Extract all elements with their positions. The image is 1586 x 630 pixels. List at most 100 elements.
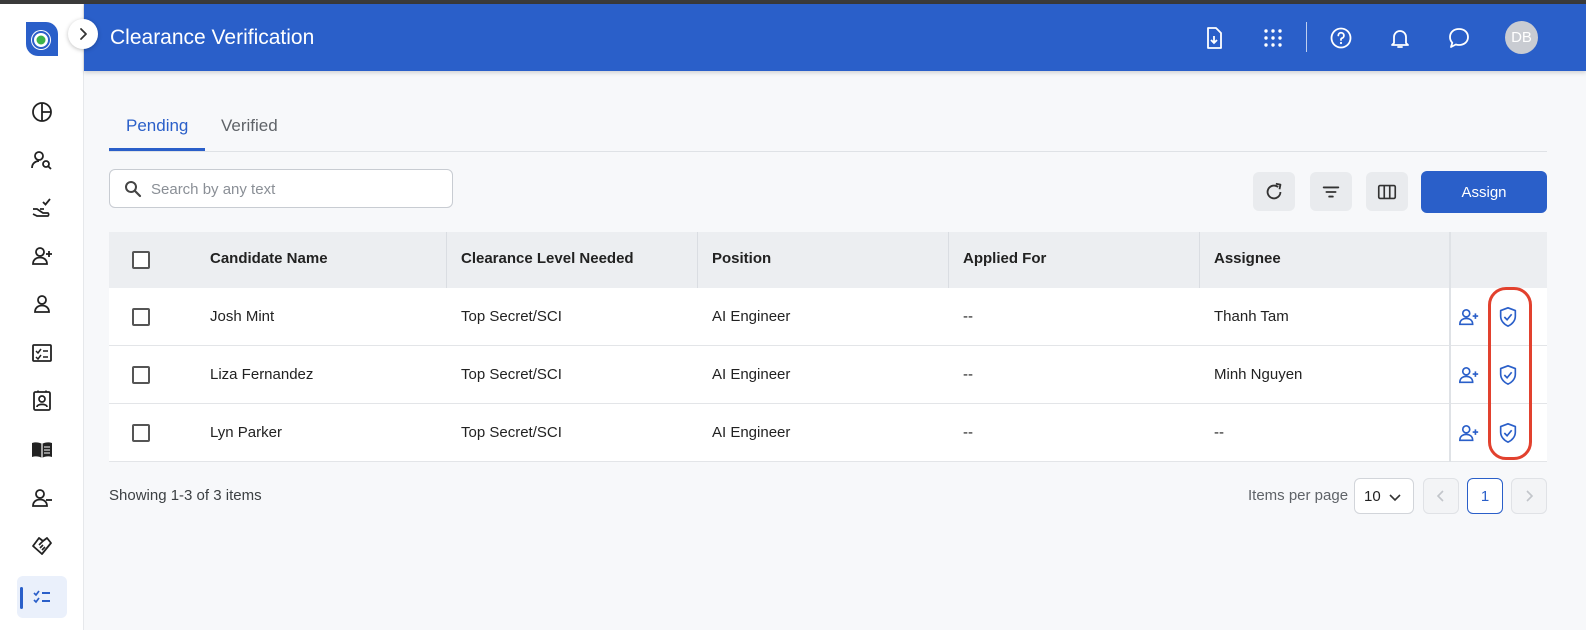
sidebar-item-checklist[interactable] xyxy=(26,337,58,369)
row-checkbox[interactable] xyxy=(132,424,150,442)
help-icon xyxy=(1330,27,1352,49)
columns-button[interactable] xyxy=(1366,172,1408,211)
pagination-summary: Showing 1-3 of 3 items xyxy=(109,487,262,504)
sidebar-item-candidate-search[interactable] xyxy=(26,144,58,176)
shield-check-icon xyxy=(1499,365,1517,385)
shield-check-icon xyxy=(1499,307,1517,327)
assignee-cell: -- xyxy=(1214,424,1224,441)
next-page-button[interactable] xyxy=(1511,478,1547,514)
sidebar-item-profile[interactable] xyxy=(26,288,58,320)
app-logo[interactable] xyxy=(24,20,58,58)
file-download-icon xyxy=(1207,27,1222,49)
column-header-candidate-name[interactable]: Candidate Name xyxy=(210,250,328,267)
candidate-name-cell: Lyn Parker xyxy=(210,424,282,441)
items-per-page-select[interactable]: 10 xyxy=(1354,478,1414,514)
contact-badge-icon xyxy=(33,390,51,411)
assign-button[interactable]: Assign xyxy=(1421,171,1547,213)
chevron-right-icon xyxy=(80,28,87,40)
row-checkbox[interactable] xyxy=(132,366,150,384)
chevron-left-icon xyxy=(1436,490,1444,502)
clearance-cell: Top Secret/SCI xyxy=(461,366,562,383)
tab-bar: Pending Verified xyxy=(109,110,1547,152)
tab-verified[interactable]: Verified xyxy=(221,116,278,136)
assign-user-button[interactable] xyxy=(1456,304,1482,330)
applied-for-cell: -- xyxy=(963,424,973,441)
sidebar-item-agreements[interactable] xyxy=(26,530,58,562)
items-per-page-label: Items per page xyxy=(1248,487,1349,504)
person-add-icon xyxy=(1459,425,1479,442)
handshake-icon xyxy=(32,537,52,555)
refresh-icon xyxy=(1266,182,1282,199)
sidebar-item-task-list[interactable] xyxy=(26,581,58,613)
assign-user-button[interactable] xyxy=(1456,362,1482,388)
user-avatar[interactable]: DB xyxy=(1505,21,1538,54)
items-per-page-value: 10 xyxy=(1364,488,1381,505)
search-box xyxy=(109,169,453,208)
row-checkbox[interactable] xyxy=(132,308,150,326)
person-add-icon xyxy=(1459,367,1479,384)
refresh-button[interactable] xyxy=(1253,172,1295,211)
checklist-box-icon xyxy=(32,344,52,362)
header-divider xyxy=(1306,22,1307,52)
chat-button[interactable] xyxy=(1444,23,1474,53)
page-number-button[interactable]: 1 xyxy=(1467,478,1503,514)
tab-pending[interactable]: Pending xyxy=(126,116,188,136)
pie-chart-icon xyxy=(32,102,52,122)
task-list-icon xyxy=(33,590,50,604)
chevron-right-icon xyxy=(1526,490,1534,502)
select-all-checkbox[interactable] xyxy=(132,251,150,269)
column-header-applied-for[interactable]: Applied For xyxy=(963,250,1046,267)
page-title: Clearance Verification xyxy=(110,26,315,49)
chat-icon xyxy=(1449,28,1469,48)
column-divider[interactable] xyxy=(446,232,447,288)
candidate-name-cell: Liza Fernandez xyxy=(210,366,314,383)
hand-check-icon xyxy=(32,198,51,217)
verify-clearance-button[interactable] xyxy=(1495,420,1521,446)
column-header-assignee[interactable]: Assignee xyxy=(1214,250,1281,267)
table-header: Candidate Name Clearance Level Needed Po… xyxy=(109,232,1547,288)
apps-button[interactable] xyxy=(1258,23,1288,53)
notifications-button[interactable] xyxy=(1385,23,1415,53)
notifications-bell-icon xyxy=(1391,30,1409,48)
search-icon xyxy=(125,181,142,198)
verify-clearance-button[interactable] xyxy=(1495,304,1521,330)
candidate-name-cell: Josh Mint xyxy=(210,308,275,325)
table-row: Josh Mint Top Secret/SCI AI Engineer -- … xyxy=(109,288,1547,346)
search-input[interactable] xyxy=(151,178,441,200)
column-divider[interactable] xyxy=(1199,232,1200,288)
position-cell: AI Engineer xyxy=(712,424,791,441)
column-divider[interactable] xyxy=(697,232,698,288)
assignee-cell: Minh Nguyen xyxy=(1214,366,1303,383)
filter-button[interactable] xyxy=(1310,172,1352,211)
sidebar-item-contacts[interactable] xyxy=(26,385,58,417)
sidebar-active-indicator xyxy=(20,587,23,609)
person-icon xyxy=(34,295,50,313)
sidebar-item-approvals[interactable] xyxy=(26,192,58,224)
columns-icon xyxy=(1377,184,1397,199)
person-add-icon xyxy=(32,247,52,265)
table-row: Lyn Parker Top Secret/SCI AI Engineer --… xyxy=(109,404,1547,462)
sidebar-item-library[interactable] xyxy=(26,434,58,466)
column-header-clearance-level[interactable]: Clearance Level Needed xyxy=(461,250,634,267)
assign-user-button[interactable] xyxy=(1456,420,1482,446)
sidebar-item-dashboard[interactable] xyxy=(26,96,58,128)
apps-grid-icon xyxy=(1264,29,1282,47)
sidebar-expand-button[interactable] xyxy=(68,19,98,49)
column-header-position[interactable]: Position xyxy=(712,250,771,267)
person-remove-icon xyxy=(32,489,52,507)
sidebar-item-remove-candidate[interactable] xyxy=(26,482,58,514)
download-file-button[interactable] xyxy=(1199,23,1229,53)
person-search-icon xyxy=(31,151,52,170)
help-button[interactable] xyxy=(1326,23,1356,53)
sidebar-item-add-candidate[interactable] xyxy=(26,240,58,272)
column-divider[interactable] xyxy=(948,232,949,288)
assignee-cell: Thanh Tam xyxy=(1214,308,1289,325)
table-row: Liza Fernandez Top Secret/SCI AI Enginee… xyxy=(109,346,1547,404)
candidates-table: Candidate Name Clearance Level Needed Po… xyxy=(109,232,1547,462)
verify-clearance-button[interactable] xyxy=(1495,362,1521,388)
previous-page-button[interactable] xyxy=(1423,478,1459,514)
chevron-down-icon xyxy=(1389,494,1401,502)
active-tab-indicator xyxy=(109,148,205,151)
applied-for-cell: -- xyxy=(963,366,973,383)
applied-for-cell: -- xyxy=(963,308,973,325)
